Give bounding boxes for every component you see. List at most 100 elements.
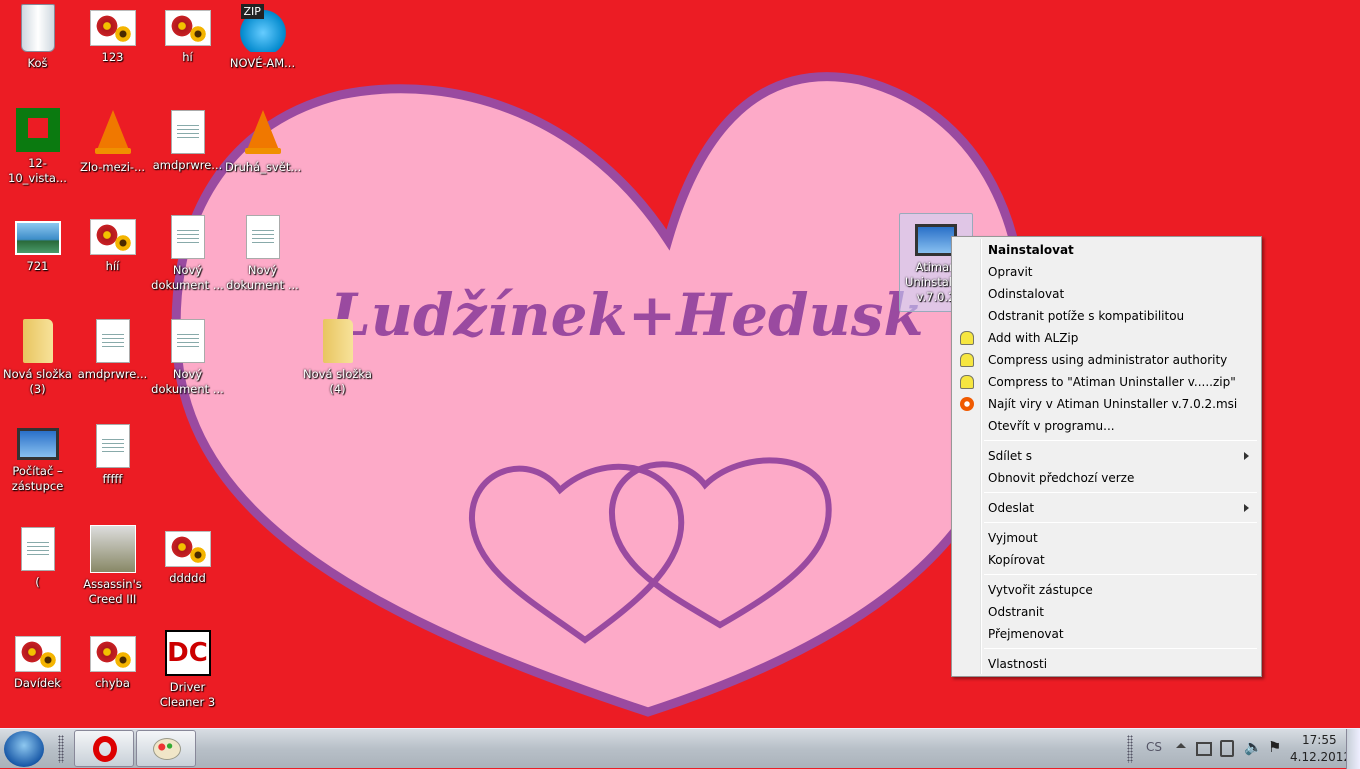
show-desktop-button[interactable] xyxy=(1346,729,1360,769)
desktop-icon[interactable]: ( xyxy=(0,521,75,590)
desktop-icon[interactable]: Počítač – zástupce xyxy=(0,418,75,494)
start-button[interactable] xyxy=(4,731,44,767)
desktop-icon-label: Nová složka (3) xyxy=(3,367,72,396)
menu-item[interactable]: Najít viry v Atiman Uninstaller v.7.0.2.… xyxy=(954,393,1259,415)
wallpaper-text: Ludžínek+Hedusk xyxy=(328,281,924,349)
image-icon xyxy=(89,10,136,46)
photo-icon xyxy=(14,221,61,255)
menu-item[interactable]: Compress to "Atiman Uninstaller v.....zi… xyxy=(954,371,1259,393)
desktop-icon-label: Koš xyxy=(27,56,48,70)
menu-item[interactable]: Sdílet s xyxy=(954,445,1259,467)
desktop-icon[interactable]: Koš xyxy=(0,0,75,71)
menu-item[interactable]: Add with ALZip xyxy=(954,327,1259,349)
menu-item-label: Sdílet s xyxy=(988,449,1033,463)
desktop-icon[interactable]: Nový dokument ... xyxy=(150,313,225,397)
power-icon[interactable] xyxy=(1220,740,1234,757)
menu-item[interactable]: Otevřít v programu... xyxy=(954,415,1259,437)
desktop-icon-label: NOVÉ-AM... xyxy=(229,56,296,70)
menu-item-label: Nainstalovat xyxy=(988,243,1074,257)
menu-item-label: Odstranit xyxy=(988,605,1044,619)
desktop-icon[interactable]: DC Driver Cleaner 3 xyxy=(150,626,225,710)
desktop-icon[interactable]: 12-10_vista... xyxy=(0,104,75,186)
desktop-icon-label: chyba xyxy=(95,676,130,690)
volume-icon[interactable]: 🔈 xyxy=(1244,738,1263,756)
desktop-icon-label: fffff xyxy=(102,472,123,486)
game-icon xyxy=(89,525,136,573)
menu-item-label: Odstranit potíže s kompatibilitou xyxy=(988,309,1185,323)
desktop-icon[interactable]: 721 xyxy=(0,209,75,274)
clock-time[interactable]: 17:55 xyxy=(1302,733,1337,747)
menu-item[interactable]: Vytvořit zástupce xyxy=(954,579,1259,601)
menu-item[interactable]: Opravit xyxy=(954,261,1259,283)
zip-icon: ZIP xyxy=(238,4,287,52)
desktop-icon-label: 721 xyxy=(26,259,49,273)
document-icon xyxy=(245,215,280,259)
menu-item[interactable]: Nainstalovat xyxy=(954,239,1259,261)
desktop-icon[interactable]: hí xyxy=(150,0,225,65)
paint-icon xyxy=(153,738,181,760)
alzip-icon xyxy=(960,375,974,389)
action-center-flag-icon[interactable]: ⚑ xyxy=(1268,738,1281,756)
taskbar-paint-button[interactable] xyxy=(136,730,196,767)
desktop-icon[interactable]: Druhá_svět... xyxy=(225,104,302,175)
menu-item[interactable]: Přejmenovat xyxy=(954,623,1259,645)
tray-grip[interactable] xyxy=(1127,735,1133,763)
vlc-icon xyxy=(239,108,287,156)
desktop-icon-label: Druhá_svět... xyxy=(225,160,302,174)
desktop-icon[interactable]: Nový dokument ... xyxy=(150,209,225,293)
notification-area: CS 🔈 ⚑ 17:55 4.12.2012 xyxy=(1110,729,1360,769)
desktop-icon[interactable]: Nová složka (4) xyxy=(300,313,375,397)
menu-item[interactable]: Vlastnosti xyxy=(954,653,1259,675)
antivirus-icon xyxy=(960,397,974,411)
desktop-icon-label: 12-10_vista... xyxy=(8,156,67,185)
menu-item-label: Vyjmout xyxy=(988,531,1038,545)
desktop-icon[interactable]: Davídek xyxy=(0,626,75,691)
image-icon xyxy=(164,531,211,567)
alzip-icon xyxy=(960,331,974,345)
desktop-icon[interactable]: Nový dokument ... xyxy=(225,209,300,293)
context-menu: Nainstalovat Opravit Odinstalovat Odstranit… xyxy=(951,236,1262,677)
taskbar-grip[interactable] xyxy=(58,735,64,763)
desktop-icon[interactable]: Zlo-mezi-... xyxy=(75,104,150,175)
menu-item[interactable]: Kopírovat xyxy=(954,549,1259,571)
desktop-icon-label: hí xyxy=(182,50,193,64)
desktop-icon[interactable]: Nová složka (3) xyxy=(0,313,75,397)
desktop-icon[interactable]: Assassin's Creed III xyxy=(75,521,150,607)
desktop-icon[interactable]: amdprwre... xyxy=(150,104,225,173)
desktop-icon[interactable]: amdprwre... xyxy=(75,313,150,382)
menu-item[interactable]: Compress using administrator authority xyxy=(954,349,1259,371)
desktop-icon-label: ( xyxy=(35,575,40,589)
image-icon xyxy=(89,636,136,672)
menu-item-label: Opravit xyxy=(988,265,1033,279)
desktop-icon-label: Nový dokument ... xyxy=(151,263,224,292)
show-hidden-icons-arrow[interactable] xyxy=(1176,743,1186,748)
clock-date[interactable]: 4.12.2012 xyxy=(1290,750,1351,764)
desktop-icon-label: híí xyxy=(105,259,120,273)
menu-item[interactable]: Odeslat xyxy=(954,497,1259,519)
desktop-icon[interactable]: 123 xyxy=(75,0,150,65)
network-icon[interactable] xyxy=(1196,742,1212,756)
document-icon xyxy=(170,319,205,363)
desktop-icon-label: ddddd xyxy=(169,571,206,585)
menu-separator xyxy=(984,440,1257,441)
language-indicator[interactable]: CS xyxy=(1146,740,1162,754)
folder-icon xyxy=(22,319,53,363)
image-icon xyxy=(89,219,136,255)
desktop-icon[interactable]: ZIP NOVÉ-AM... xyxy=(225,0,300,71)
menu-item-label: Odeslat xyxy=(988,501,1035,515)
taskbar-opera-button[interactable] xyxy=(74,730,134,767)
menu-item[interactable]: Odstranit xyxy=(954,601,1259,623)
menu-item[interactable]: Obnovit předchozí verze xyxy=(954,467,1259,489)
desktop-icon[interactable]: ddddd xyxy=(150,521,225,586)
desktop-icon[interactable]: fffff xyxy=(75,418,150,487)
recycle-bin-icon xyxy=(20,4,55,52)
menu-item[interactable]: Odinstalovat xyxy=(954,283,1259,305)
menu-separator xyxy=(984,648,1257,649)
desktop-icon[interactable]: híí xyxy=(75,209,150,274)
image-icon xyxy=(164,10,211,46)
menu-item-label: Compress to "Atiman Uninstaller v.....zi… xyxy=(988,375,1236,389)
menu-item[interactable]: Odstranit potíže s kompatibilitou xyxy=(954,305,1259,327)
desktop-icon[interactable]: chyba xyxy=(75,626,150,691)
submenu-arrow-icon xyxy=(1244,504,1249,512)
menu-item[interactable]: Vyjmout xyxy=(954,527,1259,549)
